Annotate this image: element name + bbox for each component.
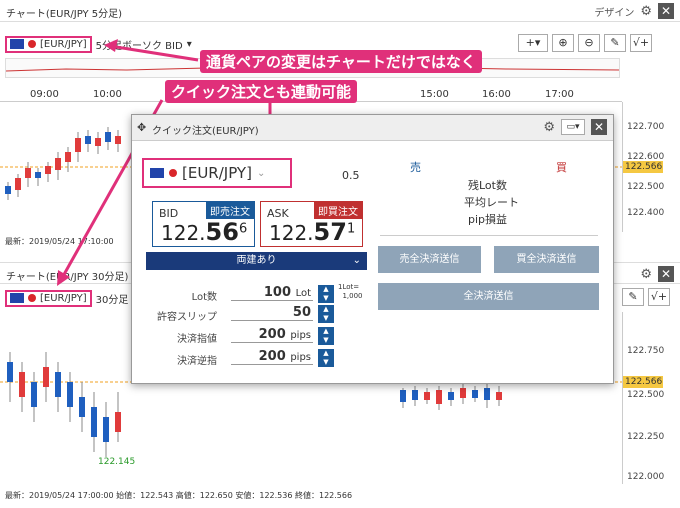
window-menu-icon[interactable]: ▭▾	[561, 119, 585, 135]
gear-icon[interactable]: ⚙	[543, 120, 555, 135]
pip-pl-label: pip損益	[468, 213, 508, 226]
chart1-y-axis: 122.700 122.600 122.566 122.500 122.400	[622, 102, 680, 232]
move-icon[interactable]: ✥	[137, 121, 146, 134]
dialog-title: クイック注文(EUR/JPY)	[152, 126, 259, 137]
buy-header: 買	[556, 161, 567, 174]
remaining-lot-label: 残Lot数	[468, 179, 507, 192]
limit-stepper[interactable]: ▲ ▼	[318, 327, 334, 345]
sell-all-close-button[interactable]: 売全決済送信	[378, 246, 481, 273]
gear-icon[interactable]: ⚙	[640, 4, 652, 19]
y-label: 122.250	[627, 432, 665, 442]
chart2-footer: 最新：2019/05/24 17:00:00 始値：122.543 高値：122…	[5, 491, 353, 500]
all-close-button[interactable]: 全決済送信	[378, 283, 599, 310]
bid-button[interactable]: BID 即売注文 122.566	[152, 201, 255, 247]
chart1-symbol: [EUR/JPY]	[40, 38, 87, 50]
buy-now-tag: 即買注文	[314, 202, 362, 219]
annotation-line1: 通貨ペアの変更はチャートだけではなく	[200, 50, 482, 73]
current-price-badge: 122.566	[623, 161, 663, 173]
jp-flag-icon	[28, 294, 36, 302]
hedge-mode-select[interactable]: 両建あり ⌄	[146, 252, 367, 270]
y-label: 122.000	[627, 472, 665, 482]
jp-flag-icon	[28, 40, 36, 48]
y-label: 122.400	[627, 208, 665, 218]
time-label: 17:00	[545, 89, 574, 100]
pencil-icon[interactable]: ✎	[622, 288, 644, 306]
indicator-icon[interactable]: √+	[648, 288, 670, 306]
zoom-in-icon[interactable]: ⊕	[552, 34, 574, 52]
chart2-symbol-row: [EUR/JPY] 30分足	[5, 287, 128, 309]
chart1-subtitle: 5分足ボーソク BID	[95, 40, 183, 52]
y-label: 122.500	[627, 390, 665, 400]
limit-input[interactable]: 200 pips	[231, 327, 313, 343]
pencil-icon[interactable]: ✎	[604, 34, 626, 52]
avg-rate-label: 平均レート	[464, 196, 519, 209]
chart2-symbol-select[interactable]: [EUR/JPY]	[5, 289, 92, 307]
chevron-down-icon[interactable]: ▾	[187, 39, 192, 50]
eu-flag-icon	[10, 39, 24, 49]
stop-field-row: 決済逆指 200 pips ▲ ▼	[146, 349, 361, 367]
quick-order-dialog[interactable]: ✥ クイック注文(EUR/JPY) ⚙ ▭▾ ✕ [EUR/JPY] ⌄ 0.5…	[131, 114, 614, 384]
ask-button[interactable]: ASK 即買注文 122.571	[260, 201, 363, 247]
y-label: 122.700	[627, 122, 665, 132]
stop-input[interactable]: 200 pips	[231, 349, 313, 365]
time-label: 09:00	[30, 89, 59, 100]
indicator-icon[interactable]: √+	[630, 34, 652, 52]
sell-now-tag: 即売注文	[206, 202, 254, 219]
chart1-title: チャート(EUR/JPY 5分足)	[6, 9, 123, 20]
buy-all-close-button[interactable]: 買全決済送信	[494, 246, 599, 273]
chevron-down-icon: ⌄	[256, 167, 266, 179]
bid-price: 122.566	[161, 218, 248, 246]
low-price-label: 122.145	[98, 457, 136, 467]
lot-stepper[interactable]: ▲ ▼	[318, 285, 334, 303]
y-label: 122.500	[627, 182, 665, 192]
time-label: 10:00	[93, 89, 122, 100]
lot-field-row: Lot数 100 Lot ▲ ▼ 1Lot= 1,000	[191, 283, 363, 303]
chart1-footer: 最新：2019/05/24 17:10:00	[5, 237, 114, 246]
crosshair-button[interactable]: +▾	[518, 34, 548, 52]
design-link[interactable]: デザイン	[594, 4, 634, 19]
eu-flag-icon	[10, 293, 24, 303]
sell-header: 売	[410, 161, 421, 174]
slippage-field-row: 許容スリップ 50 ▲ ▼	[146, 305, 361, 323]
chart1-header: チャート(EUR/JPY 5分足) デザイン ⚙ ✕	[0, 0, 680, 22]
divider	[380, 235, 598, 236]
close-icon[interactable]: ✕	[658, 3, 674, 19]
chart2-subtitle: 30分足	[95, 294, 129, 306]
chart2-title: チャート(EUR/JPY 30分足)	[6, 272, 129, 283]
current-price-badge: 122.566	[623, 376, 663, 388]
lot-input[interactable]: 100 Lot	[231, 285, 313, 301]
slippage-stepper[interactable]: ▲ ▼	[318, 305, 334, 323]
annotation-line2: クイック注文とも連動可能	[165, 80, 358, 103]
lot-note: 1Lot= 1,000	[338, 283, 363, 300]
jp-flag-icon	[169, 169, 177, 177]
close-icon[interactable]: ✕	[591, 119, 607, 135]
stop-stepper[interactable]: ▲ ▼	[318, 349, 334, 367]
chart1-symbol-select[interactable]: [EUR/JPY]	[5, 35, 92, 53]
slippage-input[interactable]: 50	[231, 305, 313, 321]
dialog-symbol-select[interactable]: [EUR/JPY] ⌄	[142, 158, 292, 188]
chart2-toolbar: ✎ √+	[622, 288, 670, 306]
ask-price: 122.571	[269, 218, 356, 246]
chart1-toolbar: +▾ ⊕ ⊖ ✎ √+	[518, 34, 652, 52]
dialog-titlebar[interactable]: ✥ クイック注文(EUR/JPY) ⚙ ▭▾ ✕	[132, 115, 613, 141]
limit-field-row: 決済指値 200 pips ▲ ▼	[146, 327, 361, 345]
time-label: 15:00	[420, 89, 449, 100]
chart2-symbol: [EUR/JPY]	[40, 292, 87, 304]
close-icon[interactable]: ✕	[658, 266, 674, 282]
chart1-symbol-row: [EUR/JPY] 5分足ボーソク BID ▾	[5, 33, 192, 55]
time-label: 16:00	[482, 89, 511, 100]
zoom-out-icon[interactable]: ⊖	[578, 34, 600, 52]
dialog-symbol: [EUR/JPY]	[182, 164, 252, 182]
y-label: 122.750	[627, 346, 665, 356]
lot-value: 0.5	[342, 169, 360, 182]
chart2-y-axis: 122.750 122.566 122.500 122.250 122.000	[622, 312, 680, 484]
gear-icon[interactable]: ⚙	[640, 267, 652, 282]
eu-flag-icon	[150, 168, 164, 178]
